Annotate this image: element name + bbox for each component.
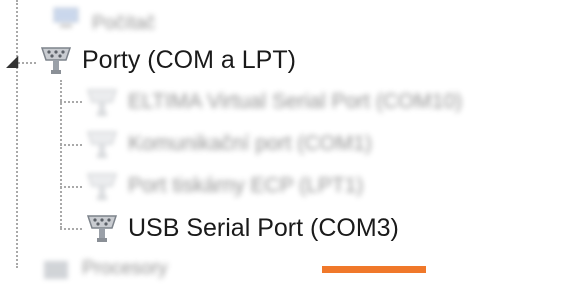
tree-item-port[interactable]: Komunikační port (COM1) bbox=[82, 124, 372, 164]
port-connector-icon bbox=[82, 124, 122, 164]
tree-item-label: Port tiskárny ECP (LPT1) bbox=[128, 174, 364, 197]
tree-connector bbox=[18, 62, 36, 64]
tree-item-ports-category[interactable]: Porty (COM a LPT) bbox=[36, 40, 296, 80]
tree-item-computer[interactable]: Počítač bbox=[46, 4, 155, 44]
port-connector-icon bbox=[82, 166, 122, 206]
tree-connector bbox=[60, 101, 82, 103]
tree-item-port[interactable]: ELTIMA Virtual Serial Port (COM10) bbox=[82, 82, 462, 122]
tree-item-label: Porty (COM a LPT) bbox=[82, 46, 296, 74]
tree-item-label: ELTIMA Virtual Serial Port (COM10) bbox=[128, 90, 463, 113]
highlight-accent-bar bbox=[322, 266, 426, 273]
tree-connector bbox=[60, 186, 82, 188]
port-connector-icon bbox=[82, 208, 122, 248]
tree-item-label: Počítač bbox=[92, 13, 156, 34]
tree-guide-line-root bbox=[16, 0, 18, 268]
tree-item-port[interactable]: Port tiskárny ECP (LPT1) bbox=[82, 166, 363, 206]
computer-icon bbox=[46, 4, 86, 44]
tree-connector bbox=[60, 228, 82, 230]
tree-item-usb-serial-port[interactable]: USB Serial Port (COM3) bbox=[82, 208, 399, 248]
port-connector-icon bbox=[82, 82, 122, 122]
tree-item-label: Procesory bbox=[82, 258, 168, 279]
tree-item-label: Komunikační port (COM1) bbox=[128, 132, 372, 155]
processor-icon bbox=[36, 257, 76, 281]
tree-item-label: USB Serial Port (COM3) bbox=[128, 214, 399, 242]
tree-connector bbox=[60, 144, 82, 146]
collapse-arrow-icon[interactable]: ◢ bbox=[6, 54, 18, 70]
port-connector-icon bbox=[36, 40, 76, 80]
device-manager-tree: Počítač ◢ Porty (COM a LPT) ELTIMA Virtu… bbox=[0, 0, 570, 279]
tree-item-processors[interactable]: Procesory bbox=[36, 254, 168, 284]
